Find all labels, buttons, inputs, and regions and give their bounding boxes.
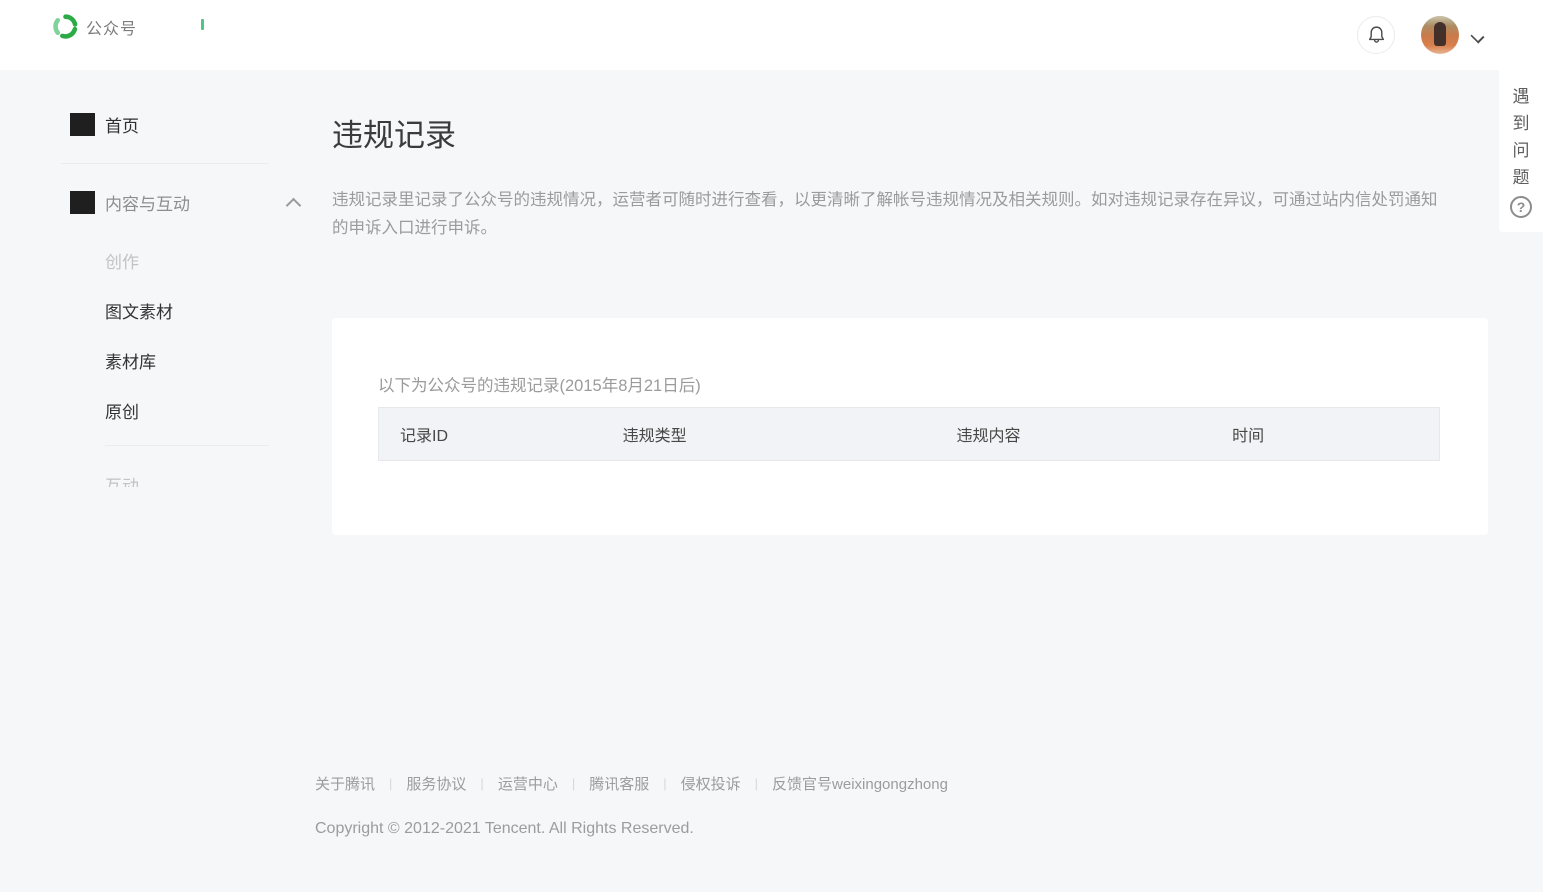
footer-links: 关于腾讯 | 服务协议 | 运营中心 | 腾讯客服 | 侵权投诉 | 反馈官号w…	[315, 773, 948, 794]
home-icon	[70, 113, 95, 136]
column-header-record-id: 记录ID	[379, 422, 602, 446]
footer-link-about-tencent[interactable]: 关于腾讯	[315, 773, 375, 794]
sidebar-item-content-interaction[interactable]: 内容与互动	[70, 190, 299, 215]
column-header-time: 时间	[1211, 422, 1439, 446]
sidebar-subitem-creation[interactable]: 创作	[105, 248, 139, 273]
mp-logo[interactable]: 公众号	[53, 14, 137, 39]
column-header-violation-type: 违规类型	[602, 422, 936, 446]
copyright-text: Copyright © 2012-2021 Tencent. All Right…	[315, 820, 694, 838]
sidebar-item-label: 内容与互动	[105, 190, 190, 215]
sidebar-item-home[interactable]: 首页	[70, 112, 139, 137]
table-header-row: 记录ID 违规类型 违规内容 时间	[378, 407, 1440, 461]
records-card-subtitle: 以下为公众号的违规记录(2015年8月21日后)	[378, 372, 701, 396]
page-title: 违规记录	[332, 110, 456, 155]
chevron-up-icon[interactable]	[286, 197, 302, 213]
violation-records-table: 记录ID 违规类型 违规内容 时间	[378, 407, 1440, 461]
content-icon	[70, 191, 95, 214]
top-bar: 公众号	[0, 0, 1543, 70]
sidebar: 首页 内容与互动 创作 图文素材 素材库 原创 互动	[0, 70, 300, 892]
sidebar-divider	[105, 445, 269, 446]
help-tab[interactable]: 遇到问题 ?	[1499, 70, 1543, 232]
sidebar-subitem-image-text-material[interactable]: 图文素材	[105, 298, 173, 323]
records-card: 以下为公众号的违规记录(2015年8月21日后) 记录ID 违规类型 违规内容 …	[332, 318, 1488, 535]
footer-separator: |	[663, 776, 666, 791]
bell-icon	[1367, 25, 1386, 45]
mp-logo-icon	[53, 14, 78, 39]
account-chevron-down-icon[interactable]	[1470, 29, 1484, 43]
mp-logo-text: 公众号	[86, 15, 137, 39]
sidebar-item-label: 首页	[105, 112, 139, 137]
page-description: 违规记录里记录了公众号的违规情况，运营者可随时进行查看，以更清晰了解帐号违规情况…	[332, 186, 1438, 242]
sidebar-divider	[61, 163, 269, 164]
footer-link-tencent-service[interactable]: 腾讯客服	[589, 773, 649, 794]
footer-link-operation-center[interactable]: 运营中心	[498, 773, 558, 794]
column-header-violation-content: 违规内容	[935, 422, 1211, 446]
help-tab-label: 遇到问题	[1511, 83, 1531, 191]
sidebar-subitem-original[interactable]: 原创	[105, 398, 139, 423]
stray-green-mark	[201, 19, 204, 30]
footer-separator: |	[389, 776, 392, 791]
sidebar-subitem-material-library[interactable]: 素材库	[105, 348, 156, 373]
footer-link-service-agreement[interactable]: 服务协议	[406, 773, 466, 794]
footer-separator: |	[480, 776, 483, 791]
footer-separator: |	[572, 776, 575, 791]
footer-link-infringement-complaint[interactable]: 侵权投诉	[681, 773, 741, 794]
user-avatar[interactable]	[1421, 16, 1459, 54]
avatar-photo-detail	[1434, 22, 1446, 46]
notification-bell-button[interactable]	[1357, 16, 1395, 54]
footer-separator: |	[755, 776, 758, 791]
sidebar-subitem-interaction-clipped[interactable]: 互动	[105, 472, 139, 487]
footer-link-feedback-account[interactable]: 反馈官号weixingongzhong	[772, 773, 948, 794]
question-mark-icon: ?	[1510, 196, 1532, 218]
